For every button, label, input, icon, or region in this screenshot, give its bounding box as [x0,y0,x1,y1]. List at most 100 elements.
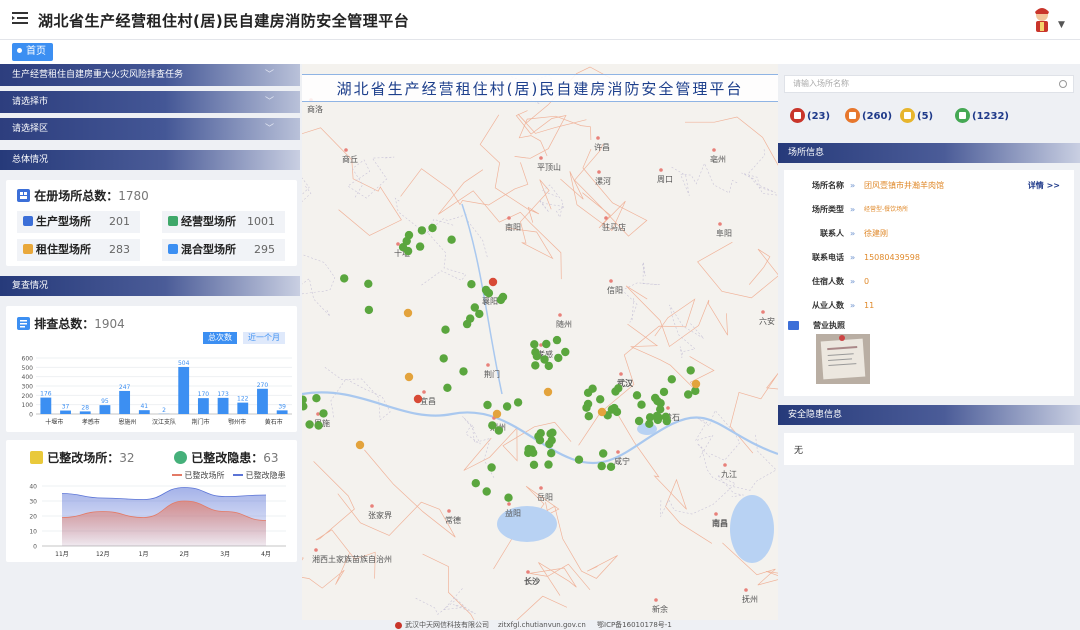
footer-domain[interactable]: zitxfgl.chutianvun.gov.cn [498,620,586,630]
building-icon [17,189,30,202]
city-label: 湘西土家族苗族自治州 [312,554,392,564]
city-label: 常德 [445,515,461,525]
chevron-down-icon: ﹀ [264,70,274,80]
bar-value-label: 95 [101,398,109,405]
tile-business[interactable]: 经营型场所 1001 [162,211,285,233]
city-label: 商洛 [307,104,323,114]
last-month-button[interactable]: 近一个月 [243,332,285,344]
bar-value-label: 37 [62,404,70,411]
site-marker-green [684,390,693,399]
field-value: 经营型-餐饮场所 [864,206,909,213]
check-icon [30,451,43,464]
tile-value: 295 [254,243,275,256]
site-marker-green [634,416,644,426]
tile-production[interactable]: 生产型场所 201 [17,211,140,233]
fixed-places-value: 32 [119,451,135,465]
city-dot [712,148,716,152]
search-input[interactable]: 请输入场所名称 [784,75,1074,93]
tile-mixed[interactable]: 混合型场所 295 [162,239,285,261]
field-row: 场所名称 » 团风壹镇市井瀚羊肉馆 详情 >> [784,177,1074,195]
site-marker-green [637,400,646,409]
city-select[interactable]: 请选择市 ﹀ [0,91,300,113]
detail-link[interactable]: 详情 >> [1028,177,1060,195]
city-dot [596,136,600,140]
site-marker-red [413,394,423,404]
tile-label: 生产型场所 [36,215,91,228]
x-tick-label: 恩施州 [118,418,136,426]
road-line [400,162,529,206]
city-label: 九江 [721,470,737,479]
site-marker-green [645,419,654,428]
field-value: 团风壹镇市井瀚羊肉馆 [864,181,944,190]
rectify-area-chart: 0 10 20 30 40 11月 12月 1月 2月 3月 4月 [29,484,286,558]
site-marker-green [439,354,448,363]
site-marker-green [483,400,492,410]
tab-home[interactable]: 首页 [12,43,53,61]
boundary-line [621,261,660,323]
count-green[interactable]: (1232) [955,108,1009,125]
site-marker-green [340,274,349,283]
city-dot [558,313,562,317]
field-key: 住宿人数 [812,277,844,286]
chevron-down-icon[interactable]: ▼ [1058,20,1065,30]
y-tick-label: 200 [22,393,34,400]
road-line [625,285,728,348]
site-marker-green [574,455,584,464]
x-tick-label: 十堰市 [45,418,63,426]
site-marker-green [398,243,408,252]
field-value: 0 [864,277,870,286]
right-panel: 请输入场所名称 (23) (260) (5) (1232) 场所信息 场所名称 »… [778,64,1080,624]
total-count-button[interactable]: 总次数 [203,332,237,344]
y-tick-label: 40 [29,484,37,491]
bar [40,397,52,414]
map-canvas[interactable]: 许昌商丘漯河 周口亳州平顶山南阳 驻马店阜阳商洛十堰信阳六安襄阳随州荆门孝感武汉宜昌… [302,64,778,620]
road-line [479,114,540,223]
site-marker-yellow [355,440,365,450]
city-dot [344,148,348,152]
field-key: 场所名称 [812,181,844,190]
registered-total: 在册场所总数：1780 [17,187,149,204]
task-select[interactable]: 生产经营租住自建房重大火灾风险排查任务 ﹀ [0,64,300,86]
tile-value: 1001 [247,215,275,228]
tile-rental[interactable]: 租住型场所 283 [17,239,140,261]
city-dot [718,222,722,226]
map-title: 湖北省生产经营租住村(居)民自建房消防安全管理平台 [302,74,778,102]
field-row: 场所类型 » 经营型-餐饮场所 [784,201,1074,219]
hazard-info-header: 安全隐患信息 [778,405,1080,425]
count-orange[interactable]: (260) [845,108,892,125]
road-line [422,553,568,620]
fixed-hazards: 已整改隐患：63 [174,449,278,466]
map-panel[interactable]: 许昌 商丘 漯河 周口 亳州 平顶山 南阳 驻马店 阜阳 商洛 十堰 信阳 六安 襄阳 随州 荆门 孝感 武汉 宜昌… [302,64,778,620]
city-label: 宜昌 [420,396,436,406]
site-marker-green [447,235,456,244]
road-line [618,415,713,544]
district-select[interactable]: 请选择区 ﹀ [0,118,300,140]
avatar[interactable] [1030,6,1054,34]
license-icon [788,321,799,330]
bar-value-label: 504 [178,360,190,367]
footer-icp[interactable]: 鄂ICP备16010178号-1 [597,620,672,630]
double-chevron-icon: » [850,181,856,190]
registered-total-value: 1780 [118,189,149,203]
y-tick-label: 500 [22,365,34,372]
road-line [438,169,562,280]
license-photo[interactable] [816,334,870,384]
bar [138,410,150,414]
city-dot [619,372,623,376]
count-yellow[interactable]: (5) [900,108,933,125]
city-dot [422,390,426,394]
x-tick-label: 孝感市 [82,418,100,426]
search-icon[interactable] [1059,80,1067,88]
site-marker-green [415,242,425,251]
y-tick-label: 20 [29,514,37,521]
fixed-hazards-label: 已整改隐患： [191,451,264,465]
count-red[interactable]: (23) [790,108,830,125]
bar [178,366,190,414]
left-panel: 生产经营租住自建房重大火灾风险排查任务 ﹀ 请选择市 ﹀ 请选择区 ﹀ 总体情况 在册… [0,64,300,624]
field-row: 联系人 » 徐建刚 [784,225,1074,243]
bar [119,390,131,414]
review-bar-chart: 0 100 200 300 400 500 600 176 37 28 95 247 41 2 504 170… [22,356,292,426]
menu-icon[interactable] [12,11,28,25]
lake [730,495,774,563]
count-yellow-value: (5) [917,111,934,122]
